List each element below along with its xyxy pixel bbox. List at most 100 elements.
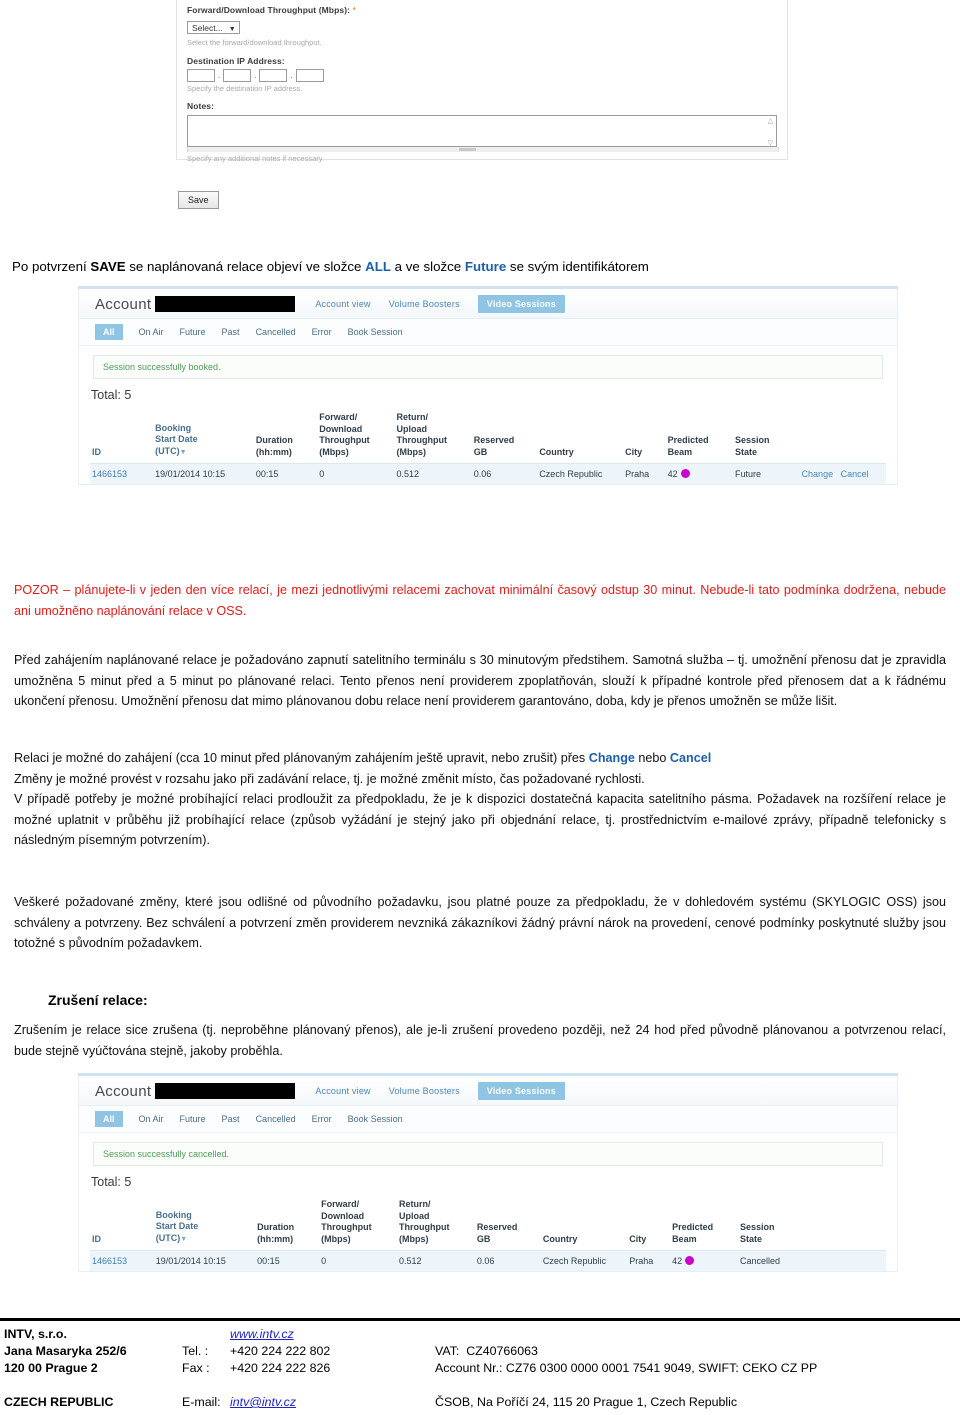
footer-row-street: Jana Masaryka 252/6 Tel. : +420 224 222 … [4,1343,817,1360]
tab-past[interactable]: Past [222,327,240,337]
tab-book-session[interactable]: Book Session [348,1114,403,1124]
change-link[interactable]: Change [802,469,834,479]
col-booking-start-date[interactable]: Booking Start Date (UTC)▼ [154,1199,255,1251]
account-name-redacted [155,296,296,312]
cancellation-paragraph: Zrušením je relace sice zrušena (tj. nep… [14,1023,946,1058]
scroll-thumb[interactable] [459,147,477,151]
tab-all[interactable]: All [95,1111,123,1127]
col-reserved-gb[interactable]: Reserved GB [472,412,538,464]
app-window-booked: Account Account view Volume Boosters Vid… [78,289,898,485]
dest-ip-octet-4[interactable] [295,68,324,82]
col-country[interactable]: Country [537,412,623,464]
col-forward-download[interactable]: Forward/ Download Throughput (Mbps) [319,1199,397,1251]
ip-separator-dot: . [218,70,221,80]
col-id[interactable]: ID [90,1199,154,1251]
nav-volume-boosters[interactable]: Volume Boosters [389,299,460,309]
col-country[interactable]: Country [541,1199,627,1251]
table-row[interactable]: 1466153 19/01/2014 10:15 00:15 0 0.512 0… [90,463,886,485]
col-predicted-beam[interactable]: Predicted Beam [666,412,733,464]
change-cancel-line: Relaci je možné do zahájení (cca 10 minu… [14,748,946,769]
cell-actions [806,1251,886,1272]
caption-part-3: a ve složce [390,259,465,274]
tab-cancelled[interactable]: Cancelled [256,327,296,337]
tab-past[interactable]: Past [222,1114,240,1124]
col-city[interactable]: City [623,412,665,464]
dest-ip-octet-2[interactable] [223,68,252,82]
tab-book-session[interactable]: Book Session [348,327,403,337]
dest-ip-hint: Specify the destination IP address. [187,83,303,93]
throughput-hint: Select the forward/download throughput. [187,38,322,48]
cell-id[interactable]: 1466153 [90,464,153,485]
footer-website-cell: www.intv.cz [230,1326,435,1343]
col-reserved-gb[interactable]: Reserved GB [475,1199,541,1251]
nav-account-view[interactable]: Account view [315,1086,370,1096]
nav-video-sessions[interactable]: Video Sessions [477,1082,565,1100]
sessions-table-cancelled: ID Booking Start Date (UTC)▼ Duration (h… [90,1199,886,1271]
tab-future[interactable]: Future [180,327,206,337]
change-cancel-block: Relaci je možné do zahájení (cca 10 minu… [14,748,946,851]
nav-volume-boosters[interactable]: Volume Boosters [389,1086,460,1096]
footer-fax-label: Fax : [182,1361,210,1375]
notes-horizontal-scrollbar[interactable] [187,146,779,152]
cell-predicted-beam: 42 [666,464,733,485]
primary-nav: Account view Volume Boosters Video Sessi… [315,1082,565,1100]
tab-error[interactable]: Error [312,1114,332,1124]
tab-on-air[interactable]: On Air [139,327,164,337]
col-city[interactable]: City [627,1199,670,1251]
website-link[interactable]: www.intv.cz [230,1327,294,1341]
footer-table: INTV, s.r.o. www.intv.cz Jana Masaryka 2… [4,1326,817,1411]
col-session-state[interactable]: Session State [733,412,800,464]
footer-fax-value: +420 224 222 826 [230,1361,331,1375]
col-duration[interactable]: Duration (hh:mm) [255,1199,319,1251]
col-id[interactable]: ID [90,412,153,464]
throughput-select-value: Select... [192,23,223,34]
email-link[interactable]: intv@intv.cz [230,1395,296,1409]
success-message-cancelled: Session successfully cancelled. [93,1142,883,1166]
footer-tel-label: Tel. : [182,1344,209,1358]
cell-id[interactable]: 1466153 [90,1251,154,1272]
dest-ip-octet-1[interactable] [187,68,215,82]
cell-city: Praha [629,1256,654,1266]
account-name-redacted [155,1083,296,1099]
tab-all[interactable]: All [95,324,123,340]
scroll-up-icon[interactable]: △ [768,117,773,125]
dest-ip-octet-3[interactable] [259,68,288,82]
notes-textarea[interactable]: △ ▽ [187,114,777,147]
footer-spacer-cell-2 [182,1377,230,1394]
tab-on-air[interactable]: On Air [139,1114,164,1124]
col-actions [806,1199,886,1251]
throughput-field-label: Forward/Download Throughput (Mbps): * [187,5,777,15]
ip-separator-dot: . [290,70,293,80]
change-cancel-text-a: Relaci je možné do zahájení (cca 10 minu… [14,751,589,765]
cancel-link[interactable]: Cancel [841,469,869,479]
col-return-upload[interactable]: Return/ Upload Throughput (Mbps) [397,1199,475,1251]
video-sessions-booked-screenshot: Account Account view Volume Boosters Vid… [78,286,898,536]
col-forward-download[interactable]: Forward/ Download Throughput (Mbps) [317,412,394,464]
sort-descending-icon[interactable]: ▼ [180,449,187,456]
tab-future[interactable]: Future [180,1114,206,1124]
col-predicted-beam[interactable]: Predicted Beam [670,1199,738,1251]
col-booking-start-date[interactable]: Booking Start Date (UTC)▼ [153,412,254,464]
caption-part-2: se naplánovaná relace objeví ve složce [125,259,366,274]
cell-session-state: Cancelled [739,1256,781,1266]
col-session-state[interactable]: Session State [738,1199,806,1251]
nav-video-sessions[interactable]: Video Sessions [477,295,565,313]
scroll-down-icon[interactable]: ▽ [768,139,773,147]
nav-account-view[interactable]: Account view [315,299,370,309]
footer-city: 120 00 Prague 2 [4,1361,98,1375]
sort-descending-icon[interactable]: ▼ [180,1236,187,1243]
col-booking-start-date-label: Booking Start Date (UTC) [155,422,198,456]
tab-cancelled[interactable]: Cancelled [256,1114,296,1124]
tab-error[interactable]: Error [312,327,332,337]
table-row[interactable]: 1466153 19/01/2014 10:15 00:15 0 0.512 0… [90,1250,886,1272]
notes-vertical-scrollbar[interactable]: △ ▽ [766,117,775,147]
save-button[interactable]: Save [178,191,219,209]
footer-spacer-cell-4 [435,1377,817,1394]
col-return-upload[interactable]: Return/ Upload Throughput (Mbps) [394,412,471,464]
beam-number: 42 [667,469,678,479]
cell-reserved-gb: 0.06 [476,1256,495,1266]
col-duration[interactable]: Duration (hh:mm) [254,412,317,464]
throughput-select[interactable]: Select... ▼ [187,21,240,35]
footer-account-line: Account Nr.: CZ76 0300 0000 0001 7541 90… [435,1361,818,1375]
cell-country: Czech Republic [542,1256,606,1266]
